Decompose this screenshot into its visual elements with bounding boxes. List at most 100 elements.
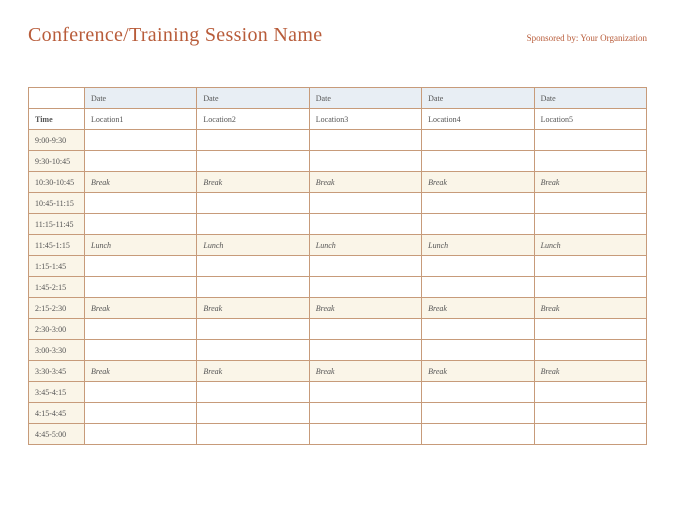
time-cell: 4:45-5:00 bbox=[29, 424, 85, 445]
document-header: Conference/Training Session Name Sponsor… bbox=[28, 24, 647, 47]
session-cell bbox=[309, 214, 421, 235]
session-cell bbox=[197, 193, 309, 214]
session-cell bbox=[422, 193, 534, 214]
time-cell: 9:30-10:45 bbox=[29, 151, 85, 172]
location-cell: Location2 bbox=[197, 109, 309, 130]
session-cell bbox=[85, 340, 197, 361]
date-header: Date bbox=[534, 88, 646, 109]
session-cell: Lunch bbox=[422, 235, 534, 256]
session-cell: Break bbox=[85, 361, 197, 382]
session-cell bbox=[534, 382, 646, 403]
date-header: Date bbox=[309, 88, 421, 109]
session-cell: Break bbox=[197, 298, 309, 319]
time-cell: 3:00-3:30 bbox=[29, 340, 85, 361]
session-cell bbox=[85, 214, 197, 235]
session-cell bbox=[534, 193, 646, 214]
table-row: 11:15-11:45 bbox=[29, 214, 647, 235]
date-header: Date bbox=[85, 88, 197, 109]
session-cell: Lunch bbox=[197, 235, 309, 256]
session-cell bbox=[309, 424, 421, 445]
session-cell bbox=[422, 319, 534, 340]
session-cell bbox=[85, 130, 197, 151]
session-cell bbox=[422, 382, 534, 403]
session-cell: Break bbox=[534, 361, 646, 382]
session-cell: Break bbox=[534, 298, 646, 319]
time-cell: 4:15-4:45 bbox=[29, 403, 85, 424]
time-cell: 10:30-10:45 bbox=[29, 172, 85, 193]
location-cell: Location3 bbox=[309, 109, 421, 130]
table-row: 9:00-9:30 bbox=[29, 130, 647, 151]
table-row: 3:30-3:45BreakBreakBreakBreakBreak bbox=[29, 361, 647, 382]
session-cell: Break bbox=[534, 172, 646, 193]
session-cell bbox=[85, 151, 197, 172]
session-cell bbox=[534, 130, 646, 151]
session-cell: Break bbox=[422, 361, 534, 382]
date-header: Date bbox=[422, 88, 534, 109]
location-row: Time Location1 Location2 Location3 Locat… bbox=[29, 109, 647, 130]
session-cell: Break bbox=[422, 298, 534, 319]
session-cell bbox=[85, 193, 197, 214]
session-cell bbox=[85, 403, 197, 424]
session-cell bbox=[534, 403, 646, 424]
session-cell bbox=[197, 214, 309, 235]
table-row: 10:30-10:45BreakBreakBreakBreakBreak bbox=[29, 172, 647, 193]
session-cell: Break bbox=[85, 172, 197, 193]
session-cell bbox=[534, 214, 646, 235]
time-cell: 11:15-11:45 bbox=[29, 214, 85, 235]
session-cell: Break bbox=[309, 298, 421, 319]
date-header: Date bbox=[197, 88, 309, 109]
table-row: 4:45-5:00 bbox=[29, 424, 647, 445]
session-cell bbox=[197, 130, 309, 151]
table-row: 9:30-10:45 bbox=[29, 151, 647, 172]
time-cell: 3:30-3:45 bbox=[29, 361, 85, 382]
session-cell bbox=[534, 151, 646, 172]
session-cell: Lunch bbox=[534, 235, 646, 256]
session-cell bbox=[85, 319, 197, 340]
session-cell bbox=[422, 151, 534, 172]
session-cell bbox=[309, 382, 421, 403]
table-row: 10:45-11:15 bbox=[29, 193, 647, 214]
session-cell bbox=[422, 277, 534, 298]
location-cell: Location1 bbox=[85, 109, 197, 130]
session-cell bbox=[85, 256, 197, 277]
session-cell bbox=[309, 277, 421, 298]
session-cell bbox=[534, 277, 646, 298]
session-cell bbox=[309, 130, 421, 151]
time-cell: 2:15-2:30 bbox=[29, 298, 85, 319]
session-cell bbox=[309, 256, 421, 277]
table-row: 11:45-1:15LunchLunchLunchLunchLunch bbox=[29, 235, 647, 256]
session-cell bbox=[197, 424, 309, 445]
time-cell: 9:00-9:30 bbox=[29, 130, 85, 151]
session-cell bbox=[197, 319, 309, 340]
session-cell bbox=[534, 319, 646, 340]
session-cell bbox=[422, 403, 534, 424]
time-label: Time bbox=[29, 109, 85, 130]
session-cell: Lunch bbox=[309, 235, 421, 256]
session-cell bbox=[197, 340, 309, 361]
session-cell: Break bbox=[309, 361, 421, 382]
table-row: 1:45-2:15 bbox=[29, 277, 647, 298]
session-cell bbox=[534, 256, 646, 277]
table-row: 3:45-4:15 bbox=[29, 382, 647, 403]
sponsor-text: Sponsored by: Your Organization bbox=[527, 33, 647, 43]
session-cell bbox=[197, 256, 309, 277]
session-cell bbox=[85, 382, 197, 403]
table-row: 1:15-1:45 bbox=[29, 256, 647, 277]
date-header-row: Date Date Date Date Date bbox=[29, 88, 647, 109]
schedule-table: Date Date Date Date Date Time Location1 … bbox=[28, 87, 647, 445]
session-cell bbox=[534, 340, 646, 361]
session-cell: Break bbox=[197, 361, 309, 382]
session-cell bbox=[534, 424, 646, 445]
table-row: 2:15-2:30BreakBreakBreakBreakBreak bbox=[29, 298, 647, 319]
session-cell bbox=[309, 340, 421, 361]
table-row: 3:00-3:30 bbox=[29, 340, 647, 361]
session-cell bbox=[85, 424, 197, 445]
session-cell: Break bbox=[422, 172, 534, 193]
session-cell bbox=[309, 193, 421, 214]
session-cell bbox=[85, 277, 197, 298]
session-cell bbox=[422, 130, 534, 151]
session-cell bbox=[309, 151, 421, 172]
session-cell bbox=[197, 382, 309, 403]
session-cell bbox=[422, 256, 534, 277]
session-cell: Break bbox=[309, 172, 421, 193]
